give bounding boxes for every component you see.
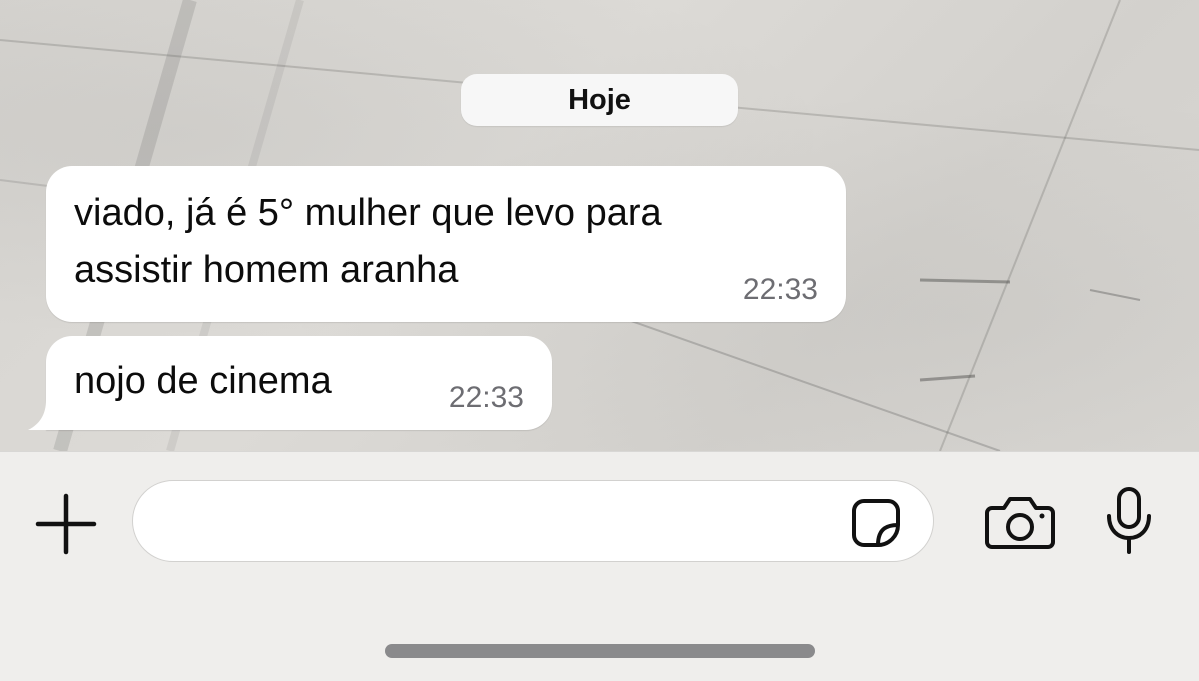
microphone-icon [1107, 487, 1151, 554]
bubble-tail [28, 400, 68, 430]
sticker-button[interactable] [850, 497, 902, 549]
microphone-button[interactable] [1100, 486, 1158, 556]
home-indicator[interactable] [385, 644, 815, 658]
message-text: viado, já é 5° mulher que levo para assi… [74, 192, 662, 291]
message-bubble[interactable]: nojo de cinema 22:33 [46, 336, 552, 430]
message-input-field[interactable] [132, 480, 934, 562]
plus-icon [35, 493, 97, 555]
message-text: nojo de cinema [74, 360, 332, 402]
chat-wallpaper[interactable]: Hoje viado, já é 5° mulher que levo para… [0, 0, 1199, 451]
sticker-icon [852, 499, 900, 547]
attach-button[interactable] [34, 492, 98, 556]
message-timestamp: 22:33 [742, 273, 818, 306]
date-separator: Hoje [461, 74, 738, 126]
message-timestamp: 22:33 [448, 381, 524, 414]
camera-button[interactable] [984, 492, 1056, 552]
message-input[interactable] [157, 497, 841, 547]
chat-screen: Hoje viado, já é 5° mulher que levo para… [0, 0, 1199, 681]
camera-icon [985, 497, 1055, 549]
message-bubble[interactable]: viado, já é 5° mulher que levo para assi… [46, 166, 846, 322]
